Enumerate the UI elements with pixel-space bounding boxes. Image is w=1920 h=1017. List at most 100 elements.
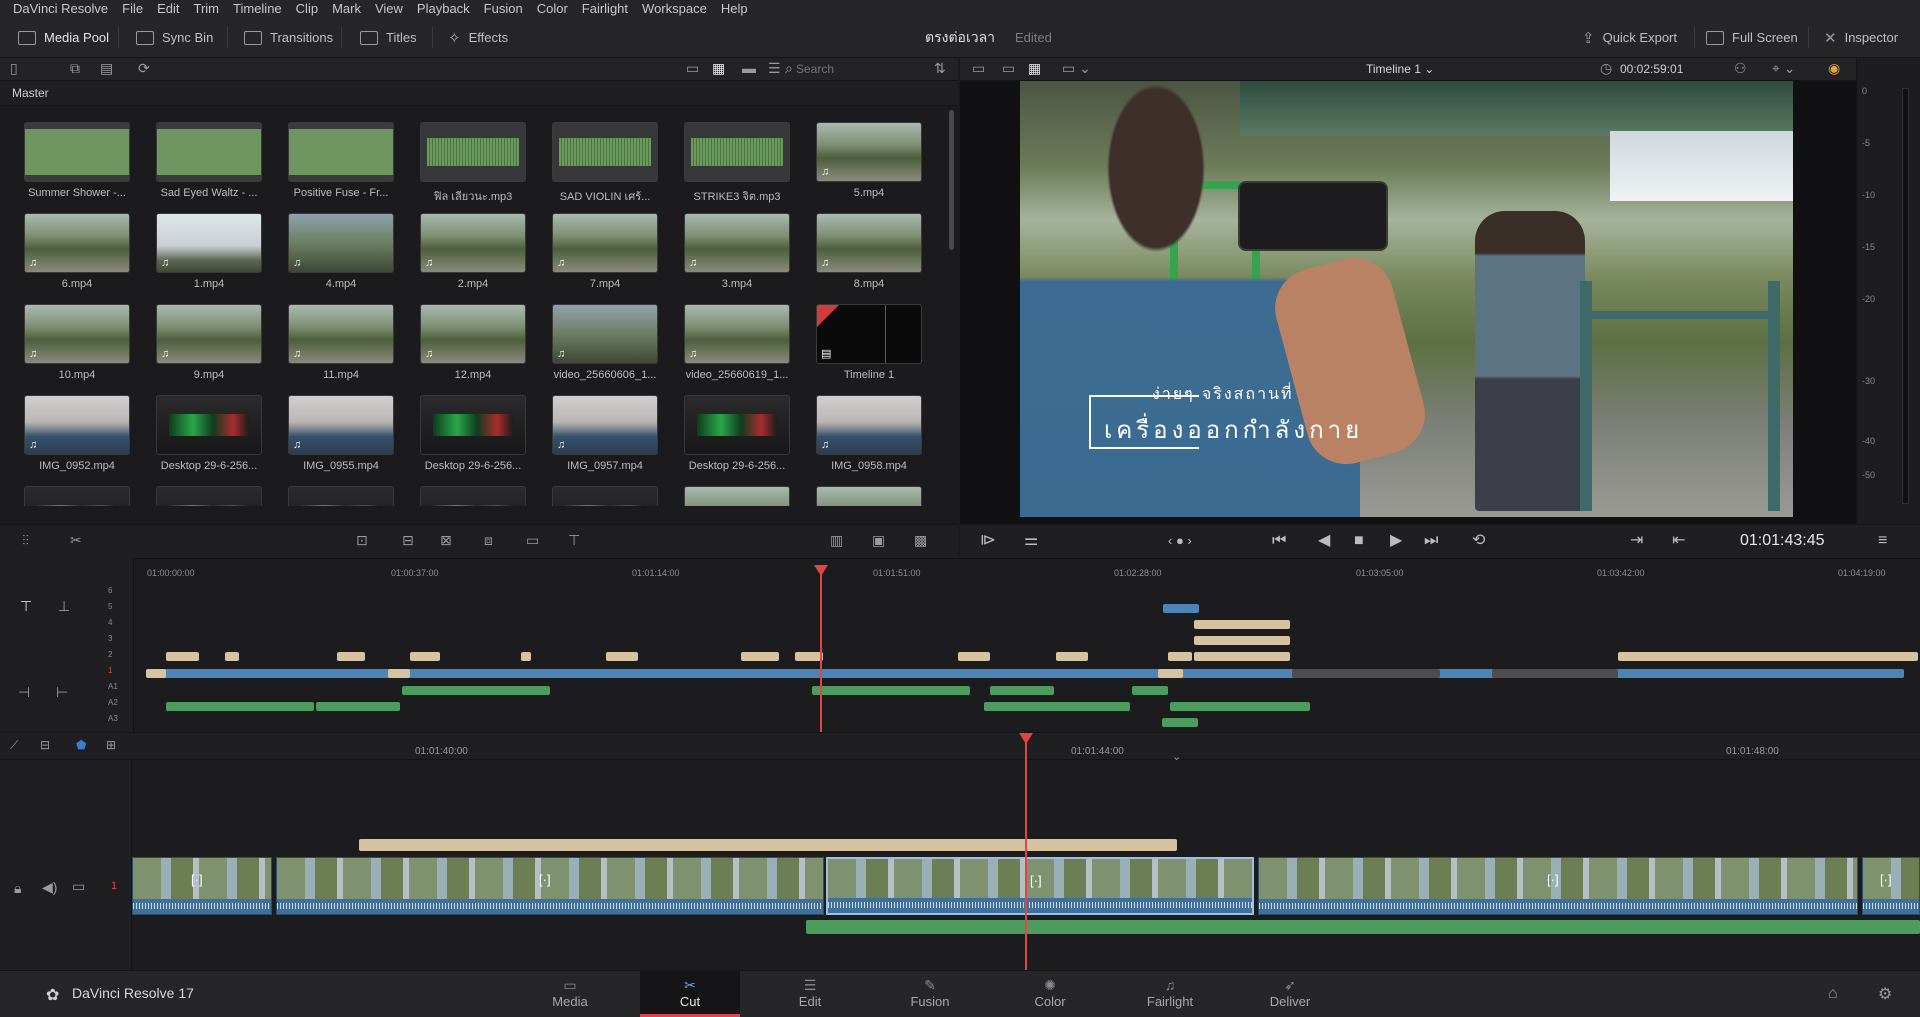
close-up-icon[interactable]: ⧈ xyxy=(484,532,493,549)
media-pool-button[interactable]: Media Pool xyxy=(18,17,109,58)
dynamic-zoom-icon[interactable]: [·] xyxy=(539,872,551,887)
page-tab-deliver[interactable]: ➶ Deliver xyxy=(1240,970,1340,1017)
timeline-clip[interactable] xyxy=(1194,636,1290,645)
menu-file[interactable]: File xyxy=(115,0,150,17)
timeline-clip[interactable] xyxy=(521,652,531,661)
upper-playhead-handle[interactable] xyxy=(814,565,828,576)
media-clip[interactable]: ♫ 12.mp4 xyxy=(420,304,526,381)
place-on-top-icon[interactable]: ▭ xyxy=(526,532,539,549)
audio-mute-icon[interactable]: ◀) xyxy=(42,879,57,896)
title-clip[interactable] xyxy=(359,839,1177,851)
dynamic-zoom-icon[interactable]: [·] xyxy=(1880,872,1892,887)
timeline-clip[interactable] xyxy=(958,652,990,661)
menu-trim[interactable]: Trim xyxy=(187,0,227,17)
append-icon[interactable]: ⊟ xyxy=(402,532,414,549)
grid-view-icon[interactable]: ▦ xyxy=(712,60,725,77)
skip-start-icon[interactable]: ⏮ xyxy=(1272,524,1286,558)
menu-fusion[interactable]: Fusion xyxy=(477,0,530,17)
media-clip[interactable]: ♫ 6.mp4 xyxy=(24,213,130,290)
stop-icon[interactable]: ■ xyxy=(1354,524,1364,558)
video-clip[interactable]: [·] xyxy=(276,857,824,915)
media-clip[interactable]: Desktop 29-6-256... xyxy=(684,395,790,472)
media-clip[interactable]: ♫ 3.mp4 xyxy=(684,213,790,290)
titles-button[interactable]: Titles xyxy=(360,17,417,58)
menu-davinci[interactable]: DaVinci Resolve xyxy=(6,0,115,17)
effects-button[interactable]: ✧ Effects xyxy=(448,17,508,58)
inspector-button[interactable]: ✕ Inspector xyxy=(1824,17,1898,58)
timeline-clip[interactable] xyxy=(606,652,638,661)
media-clip[interactable]: ♫ 1.mp4 xyxy=(156,213,262,290)
lower-playhead-handle[interactable] xyxy=(1019,733,1033,744)
timeline-clip[interactable] xyxy=(990,686,1054,695)
media-clip[interactable]: Sad Eyed Waltz - ... xyxy=(156,122,262,199)
menu-view[interactable]: View xyxy=(368,0,410,17)
media-clip[interactable] xyxy=(24,486,130,506)
snap-icon[interactable]: ⊤ xyxy=(20,598,32,615)
menu-edit[interactable]: Edit xyxy=(150,0,186,17)
media-clip[interactable]: ♫ video_25660606_1... xyxy=(552,304,658,381)
media-clip[interactable]: ♫ IMG_0952.mp4 xyxy=(24,395,130,472)
upper-playhead[interactable] xyxy=(820,566,822,732)
timeline-clip[interactable] xyxy=(1618,652,1918,661)
sync-bin-button[interactable]: Sync Bin xyxy=(136,17,213,58)
menu-help[interactable]: Help xyxy=(714,0,755,17)
dynamic-zoom-icon[interactable]: [·] xyxy=(191,872,203,887)
media-clip[interactable]: STRIKE3 จิต.mp3 xyxy=(684,122,790,205)
color-picker-icon[interactable]: ◉ xyxy=(1828,60,1840,77)
timeline-clip[interactable] xyxy=(1194,652,1290,661)
source-tape-icon[interactable]: ▭ xyxy=(1002,60,1015,77)
scissors-icon[interactable]: ✂ xyxy=(70,532,82,549)
media-clip[interactable]: ฟิล เลียวนะ.mp3 xyxy=(420,122,526,205)
timeline-clip[interactable] xyxy=(984,702,1130,711)
timeline-selector[interactable]: Timeline 1 ⌄ xyxy=(1366,58,1434,81)
ripple-overwrite-icon[interactable]: ⊠ xyxy=(440,532,452,549)
timeline-clip[interactable] xyxy=(402,686,550,695)
sort-icon[interactable]: ⇅ xyxy=(934,60,946,77)
media-clip[interactable]: ♫ 5.mp4 xyxy=(816,122,922,199)
media-clip[interactable]: Desktop 29-6-256... xyxy=(156,395,262,472)
quick-export-button[interactable]: ⇪ Quick Export xyxy=(1582,17,1677,58)
menu-mark[interactable]: Mark xyxy=(325,0,368,17)
page-tab-cut[interactable]: ✂ Cut xyxy=(640,970,740,1017)
home-icon[interactable]: ⌂ xyxy=(1828,985,1838,1003)
timeline-clip[interactable] xyxy=(1194,620,1290,629)
media-clip[interactable]: ♫ IMG_0958.mp4 xyxy=(816,395,922,472)
reverse-play-icon[interactable]: ◀ xyxy=(1318,524,1330,558)
video-clip[interactable]: [·] xyxy=(1862,857,1920,915)
page-tab-color[interactable]: ✺ Color xyxy=(1000,970,1100,1017)
effect-icon[interactable]: ▩ xyxy=(914,532,927,549)
media-clip[interactable]: ♫ 7.mp4 xyxy=(552,213,658,290)
media-clip[interactable]: ♫ IMG_0955.mp4 xyxy=(288,395,394,472)
timeline-clip[interactable] xyxy=(166,652,199,661)
blade-icon[interactable]: ⟋ xyxy=(10,738,18,753)
skip-end-icon[interactable]: ⏭ xyxy=(1424,524,1438,558)
thumbnail-view-icon[interactable]: ▭ xyxy=(686,60,699,77)
media-clip[interactable]: Positive Fuse - Fr... xyxy=(288,122,394,199)
filmstrip-view-icon[interactable]: ▬ xyxy=(742,60,756,76)
menu-workspace[interactable]: Workspace xyxy=(635,0,714,17)
media-clip[interactable]: ♫ 2.mp4 xyxy=(420,213,526,290)
go-to-in-icon[interactable]: ⇤ xyxy=(1672,524,1685,558)
ripple-icon[interactable]: ⊥ xyxy=(58,598,70,615)
zoom-icon[interactable]: ⊞ xyxy=(106,738,116,752)
tool-icon[interactable]: ⊟ xyxy=(40,738,50,752)
dynamic-zoom-icon[interactable]: [·] xyxy=(1030,873,1042,888)
media-clip[interactable]: ♫ 11.mp4 xyxy=(288,304,394,381)
gear-icon[interactable]: ⚙ xyxy=(1878,984,1892,1004)
timeline-clip[interactable] xyxy=(1158,669,1183,678)
timeline-clip[interactable] xyxy=(1163,604,1199,613)
timeline-clip[interactable] xyxy=(146,669,166,678)
timeline-clip[interactable] xyxy=(812,686,970,695)
search-input[interactable] xyxy=(796,60,922,78)
timeline-clip[interactable] xyxy=(1292,669,1440,678)
media-clip[interactable]: ♫ 4.mp4 xyxy=(288,213,394,290)
play-icon[interactable]: ▶ xyxy=(1390,524,1402,558)
video-clip[interactable]: [·] xyxy=(132,857,272,915)
video-clip[interactable]: [·] xyxy=(826,857,1254,915)
media-clip[interactable]: ♫ 8.mp4 xyxy=(816,213,922,290)
media-clip[interactable]: ♫ video_25660619_1... xyxy=(684,304,790,381)
media-clip[interactable]: ♫ 10.mp4 xyxy=(24,304,130,381)
smart-bin-icon[interactable]: ▤ xyxy=(100,60,113,77)
timeline-view-icon[interactable]: ▦ xyxy=(1028,60,1041,77)
menu-clip[interactable]: Clip xyxy=(289,0,325,17)
